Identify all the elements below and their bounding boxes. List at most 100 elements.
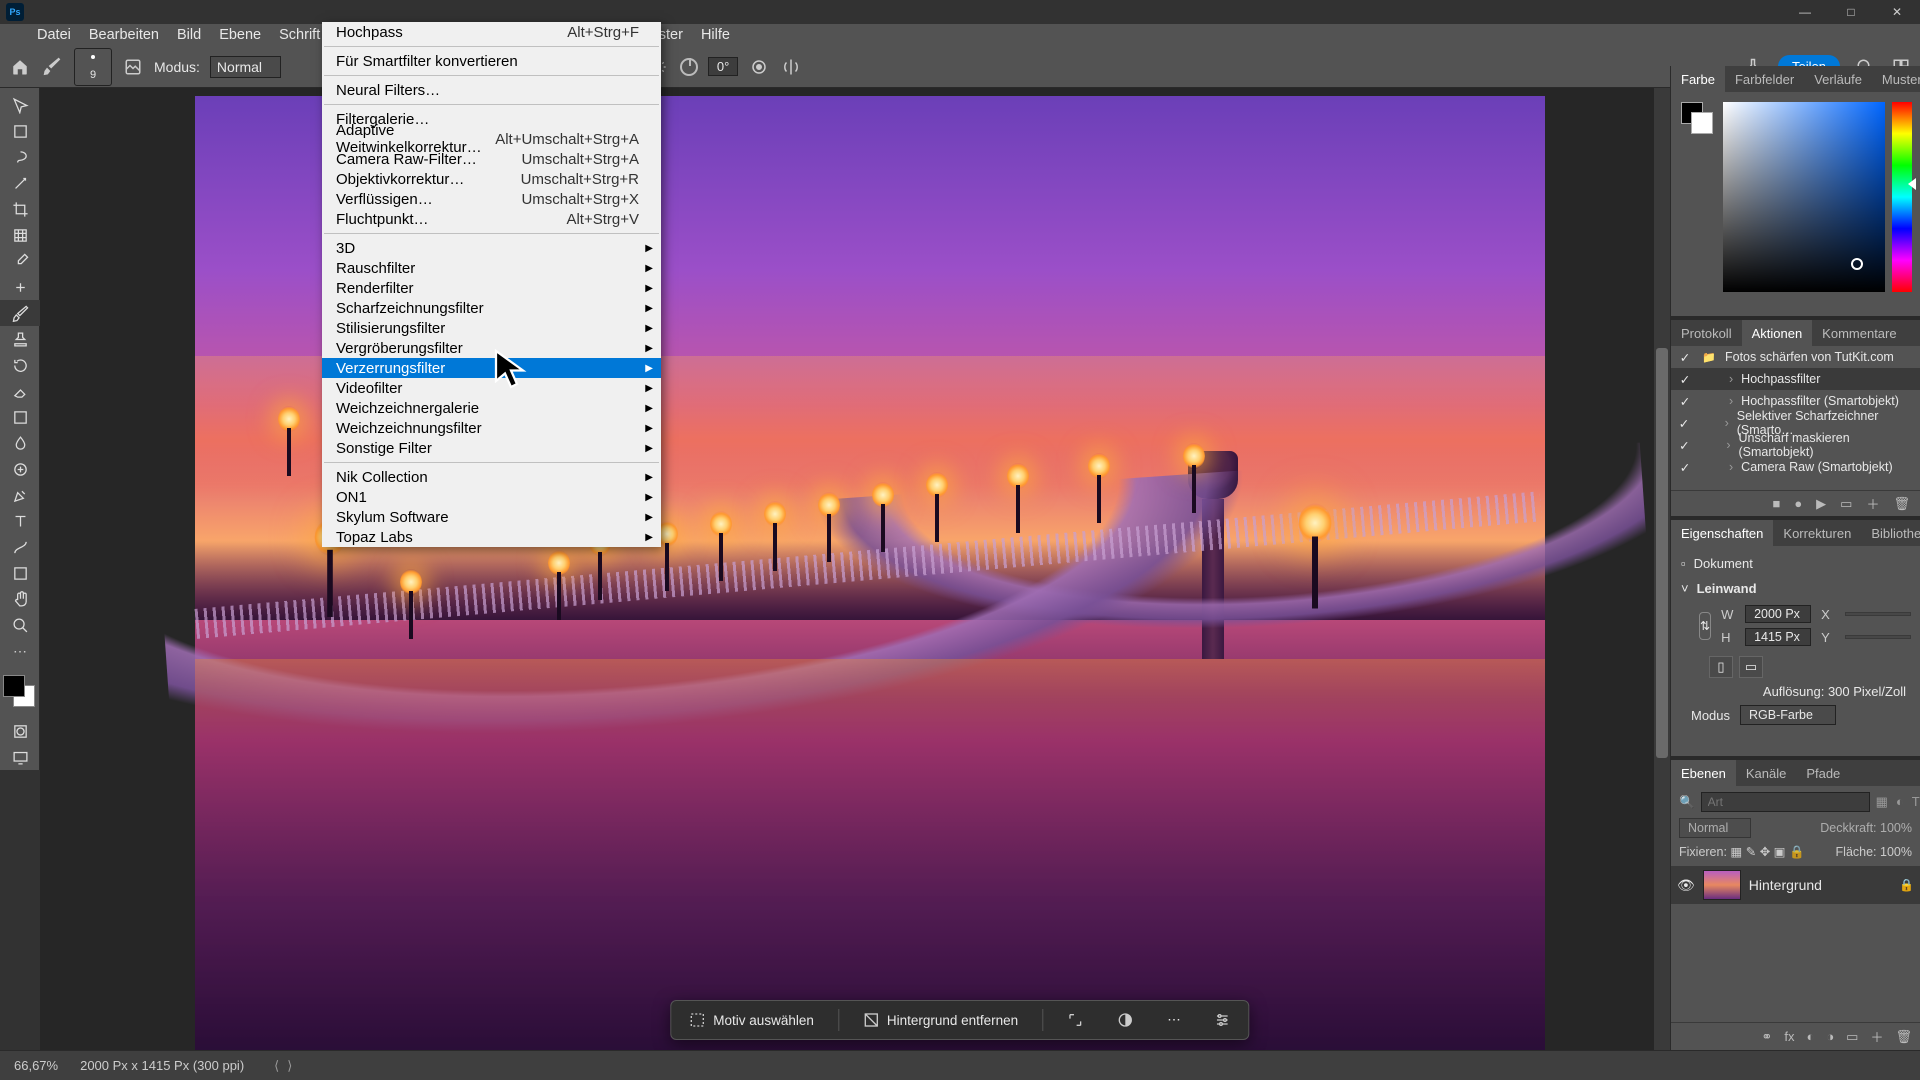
more-icon[interactable]: ⋯ [1157, 1008, 1191, 1032]
lock-paint-icon[interactable]: ✎ [1746, 845, 1756, 859]
filter-menu-item[interactable]: Für Smartfilter konvertieren [322, 51, 661, 71]
panel-tab[interactable]: Muster [1872, 66, 1920, 92]
tool-history-brush[interactable] [0, 352, 40, 378]
trash-icon[interactable]: 🗑 [1893, 496, 1910, 512]
visibility-icon[interactable]: 👁 [1677, 877, 1695, 894]
transform-icon[interactable] [1057, 1008, 1093, 1032]
menu-ebene[interactable]: Ebene [210, 24, 270, 46]
filter-type-icon[interactable]: T [1912, 794, 1920, 810]
menu-hilfe[interactable]: Hilfe [692, 24, 739, 46]
angle-value[interactable]: 0° [708, 57, 738, 76]
tool-eyedrop[interactable] [0, 248, 40, 274]
panel-tab[interactable]: Farbe [1671, 66, 1725, 92]
status-prev-icon[interactable]: ⟨ [274, 1058, 279, 1074]
filter-menu-item[interactable]: Verflüssigen…Umschalt+Strg+X [322, 189, 661, 209]
zoom-level[interactable]: 66,67% [14, 1058, 58, 1073]
filter-menu-item[interactable]: Adaptive Weitwinkelkorrektur…Alt+Umschal… [322, 129, 661, 149]
tool-wand[interactable] [0, 170, 40, 196]
fill-value[interactable]: 100% [1880, 845, 1912, 859]
color-mode-select[interactable]: RGB-Farbe [1740, 705, 1836, 725]
close-button[interactable]: ✕ [1874, 0, 1920, 24]
filter-menu-item[interactable]: ON1▶ [322, 487, 661, 507]
panel-tab[interactable]: Bibliotheken [1861, 520, 1920, 546]
filter-menu-item[interactable]: Skylum Software▶ [322, 507, 661, 527]
status-next-icon[interactable]: ⟩ [287, 1058, 292, 1074]
panel-tab[interactable]: Aktionen [1742, 320, 1813, 346]
chevron-right-icon[interactable]: › [1726, 438, 1730, 452]
panel-tab[interactable]: Farbfelder [1725, 66, 1804, 92]
minimize-button[interactable]: — [1782, 0, 1828, 24]
play-icon[interactable]: ▶ [1816, 496, 1826, 512]
filter-menu-item[interactable]: Verzerrungsfilter▶ [322, 358, 661, 378]
layer-filter-input[interactable] [1701, 792, 1870, 812]
tool-heal[interactable] [0, 274, 40, 300]
layer-thumbnail[interactable] [1703, 870, 1741, 900]
new-action-icon[interactable]: ＋ [1866, 494, 1879, 513]
filter-menu-item[interactable]: Vergröberungsfilter▶ [322, 338, 661, 358]
visibility-icon[interactable]: ✓ [1677, 350, 1693, 365]
lock-artboard-icon[interactable]: ▣ [1774, 845, 1786, 859]
visibility-icon[interactable]: ✓ [1677, 394, 1693, 409]
link-layers-icon[interactable]: ⚭ [1761, 1029, 1772, 1045]
filter-menu-item[interactable]: Weichzeichnungsfilter▶ [322, 418, 661, 438]
filter-menu-item[interactable]: Videofilter▶ [322, 378, 661, 398]
fg-bg-swatch[interactable] [1681, 102, 1715, 136]
panel-tab[interactable]: Kanäle [1736, 760, 1796, 786]
tool-path[interactable] [0, 534, 40, 560]
filter-adjust-icon[interactable]: ◐ [1896, 794, 1904, 810]
tool-type[interactable] [0, 508, 40, 534]
lock-all-icon[interactable]: 🔒 [1789, 845, 1805, 859]
tool-blur[interactable] [0, 430, 40, 456]
lock-trans-icon[interactable]: ▦ [1730, 845, 1742, 859]
tool-hand[interactable] [0, 586, 40, 612]
filter-menu-item[interactable]: Stilisierungsfilter▶ [322, 318, 661, 338]
action-row[interactable]: ✓›Camera Raw (Smartobjekt) [1671, 456, 1920, 478]
delete-layer-icon[interactable]: 🗑 [1895, 1029, 1912, 1045]
chevron-right-icon[interactable]: › [1725, 416, 1729, 430]
brush-preset-picker[interactable]: 9 [74, 48, 112, 86]
filter-pixel-icon[interactable]: ▦ [1876, 794, 1888, 810]
panel-tab[interactable]: Eigenschaften [1671, 520, 1773, 546]
link-dimensions-icon[interactable]: ⇅ [1699, 612, 1711, 640]
filter-menu-item[interactable]: HochpassAlt+Strg+F [322, 22, 661, 42]
panel-tab[interactable]: Verläufe [1804, 66, 1872, 92]
record-icon[interactable]: ● [1794, 496, 1802, 511]
brush-panel-toggle-icon[interactable] [122, 56, 144, 78]
tool-stamp[interactable] [0, 326, 40, 352]
action-set-row[interactable]: ✓ 📁 Fotos schärfen von TutKit.com [1671, 346, 1920, 368]
filter-menu-item[interactable]: 3D▶ [322, 238, 661, 258]
portrait-icon[interactable]: ▯ [1709, 656, 1733, 678]
lock-icon[interactable]: 🔒 [1899, 878, 1914, 892]
menu-schrift[interactable]: Schrift [270, 24, 329, 46]
filter-menu-item[interactable]: Topaz Labs▶ [322, 527, 661, 547]
filter-menu-item[interactable]: Sonstige Filter▶ [322, 438, 661, 458]
new-set-icon[interactable]: ▭ [1840, 496, 1852, 512]
lock-pos-icon[interactable]: ✥ [1760, 845, 1770, 859]
menu-datei[interactable]: Datei [28, 24, 80, 46]
width-field[interactable]: 2000 Px [1745, 605, 1811, 623]
action-row[interactable]: ✓›Unscharf maskieren (Smartobjekt) [1671, 434, 1920, 456]
menu-bearbeiten[interactable]: Bearbeiten [80, 24, 168, 46]
group-icon[interactable]: ▭ [1846, 1029, 1858, 1045]
symmetry-icon[interactable] [780, 56, 802, 78]
panel-tab[interactable]: Ebenen [1671, 760, 1736, 786]
tool-marquee[interactable] [0, 118, 40, 144]
filter-menu-item[interactable]: Fluchtpunkt…Alt+Strg+V [322, 209, 661, 229]
tool-move[interactable] [0, 92, 40, 118]
search-icon[interactable]: 🔍 [1679, 795, 1695, 810]
height-field[interactable]: 1415 Px [1745, 628, 1811, 646]
screenmode-icon[interactable] [0, 744, 40, 770]
tool-eraser[interactable] [0, 378, 40, 404]
chevron-right-icon[interactable]: › [1729, 394, 1733, 408]
panel-tab[interactable]: Protokoll [1671, 320, 1742, 346]
quickmask-icon[interactable] [0, 718, 40, 744]
chevron-right-icon[interactable]: › [1729, 372, 1733, 386]
filter-menu-item[interactable]: Camera Raw-Filter…Umschalt+Strg+A [322, 149, 661, 169]
filter-menu-item[interactable]: Renderfilter▶ [322, 278, 661, 298]
tool-gradient[interactable] [0, 404, 40, 430]
maximize-button[interactable]: □ [1828, 0, 1874, 24]
tool-shape[interactable] [0, 560, 40, 586]
adjustment-icon[interactable]: ◑ [1826, 1029, 1834, 1044]
fx-icon[interactable]: fx [1784, 1029, 1794, 1044]
ctx-properties-icon[interactable] [1205, 1008, 1241, 1032]
